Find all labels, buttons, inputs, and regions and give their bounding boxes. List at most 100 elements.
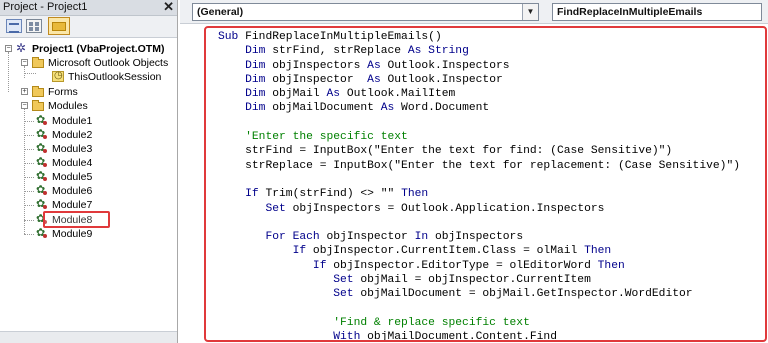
code-keyword: Then bbox=[597, 259, 625, 272]
code-line[interactable]: Sub FindReplaceInMultipleEmails() bbox=[218, 30, 740, 44]
module-label: Module7 bbox=[52, 199, 93, 211]
code-text: objInspector bbox=[265, 73, 368, 86]
tree-item-outlook-objects[interactable]: − Microsoft Outlook Objects bbox=[18, 56, 176, 70]
code-line[interactable] bbox=[218, 173, 740, 187]
code-keyword: For Each bbox=[265, 231, 320, 244]
module-label: Module2 bbox=[52, 129, 93, 141]
code-editor[interactable]: Sub FindReplaceInMultipleEmails() Dim st… bbox=[218, 30, 740, 340]
code-line[interactable]: If objInspector.CurrentItem.Class = olMa… bbox=[218, 244, 740, 258]
project-toolbar bbox=[0, 16, 177, 38]
code-line[interactable]: Dim objMail As Outlook.MailItem bbox=[218, 87, 740, 101]
code-keyword: As bbox=[326, 88, 341, 101]
code-line[interactable]: Dim strFind, strReplace As String bbox=[218, 44, 740, 58]
module-label: Module5 bbox=[52, 171, 93, 183]
code-line[interactable]: Dim objInspectors As Outlook.Inspectors bbox=[218, 59, 740, 73]
toggle-folders-icon[interactable] bbox=[48, 17, 70, 35]
code-keyword: Dim bbox=[245, 59, 266, 72]
code-line[interactable]: Dim objMailDocument As Word.Document bbox=[218, 101, 740, 115]
view-object-icon[interactable] bbox=[26, 19, 42, 33]
tree-item-project[interactable]: − Project1 (VbaProject.OTM) bbox=[2, 41, 177, 56]
tree-guide bbox=[24, 220, 34, 221]
code-line[interactable]: For Each objInspector In objInspectors bbox=[218, 230, 740, 244]
code-keyword: As bbox=[367, 73, 381, 86]
collapse-icon[interactable]: − bbox=[21, 102, 28, 109]
code-line[interactable]: 'Find & replace specific text bbox=[218, 316, 740, 330]
code-line[interactable] bbox=[218, 302, 740, 316]
outlook-objects-label: Microsoft Outlook Objects bbox=[48, 57, 169, 69]
code-line[interactable]: If objInspector.EditorType = olEditorWor… bbox=[218, 259, 740, 273]
vba-project-icon bbox=[16, 41, 28, 55]
code-line[interactable]: If Trim(strFind) <> "" Then bbox=[218, 187, 740, 201]
code-line[interactable]: strReplace = InputBox("Enter the text fo… bbox=[218, 159, 740, 173]
module-icon bbox=[36, 197, 48, 211]
tree-guide bbox=[24, 149, 34, 150]
code-text: Outlook.Inspectors bbox=[380, 59, 510, 72]
code-text: strReplace = InputBox("Enter the text fo… bbox=[218, 159, 741, 172]
code-text: Outlook.Inspector bbox=[380, 73, 503, 86]
code-keyword: In bbox=[414, 231, 429, 244]
close-icon[interactable]: ✕ bbox=[163, 0, 174, 15]
tree-item-forms[interactable]: + Forms bbox=[18, 85, 176, 99]
project-explorer-panel: Project - Project1 ✕ − Project1 (VbaProj… bbox=[0, 0, 178, 343]
code-keyword: If bbox=[245, 188, 259, 201]
view-code-icon[interactable] bbox=[6, 19, 22, 33]
module-label: Module6 bbox=[52, 185, 93, 197]
code-keyword: Set bbox=[333, 288, 354, 301]
folder-icon bbox=[32, 86, 44, 97]
code-keyword: Set bbox=[265, 202, 286, 215]
module-label: Module4 bbox=[52, 157, 93, 169]
code-keyword: Then bbox=[401, 188, 429, 201]
code-line[interactable] bbox=[218, 216, 740, 230]
code-line[interactable]: Set objMail = objInspector.CurrentItem bbox=[218, 273, 740, 287]
module-icon bbox=[36, 155, 48, 169]
tree-guide bbox=[8, 52, 9, 92]
code-text: Outlook.MailItem bbox=[340, 88, 456, 101]
tree-guide bbox=[24, 163, 34, 164]
horizontal-scrollbar[interactable] bbox=[0, 331, 177, 343]
code-text: strFind = InputBox("Enter the text for f… bbox=[218, 145, 673, 158]
code-text: objMailDocument = objMail.GetInspector.W… bbox=[353, 288, 693, 301]
selection-highlight-box bbox=[43, 211, 110, 228]
code-line[interactable] bbox=[218, 116, 740, 130]
module-icon bbox=[36, 183, 48, 197]
folder-icon bbox=[32, 100, 44, 111]
tree-guide bbox=[24, 135, 34, 136]
code-comment: 'Find & replace specific text bbox=[333, 316, 530, 329]
object-dropdown-value: (General) bbox=[197, 6, 244, 18]
folder-icon bbox=[32, 57, 44, 68]
code-line[interactable]: 'Enter the specific text bbox=[218, 130, 740, 144]
outlook-session-icon bbox=[52, 69, 64, 83]
code-line[interactable]: strFind = InputBox("Enter the text for f… bbox=[218, 144, 740, 158]
project-tree: − Project1 (VbaProject.OTM) − Microsoft … bbox=[0, 40, 176, 330]
tree-item-session[interactable]: ThisOutlookSession bbox=[36, 69, 176, 84]
chevron-down-icon[interactable]: ▼ bbox=[522, 4, 538, 20]
tree-guide bbox=[24, 177, 34, 178]
object-dropdown[interactable]: (General) ▼ bbox=[192, 3, 539, 21]
procedure-dropdown[interactable]: FindReplaceInMultipleEmails bbox=[552, 3, 762, 21]
tree-item-modules[interactable]: − Modules bbox=[18, 99, 176, 113]
code-line[interactable]: Dim objInspector As Outlook.Inspector bbox=[218, 73, 740, 87]
code-window: (General) ▼ FindReplaceInMultipleEmails … bbox=[180, 0, 768, 343]
expand-icon[interactable]: + bbox=[21, 88, 28, 95]
code-line[interactable]: With objMailDocument.Content.Find bbox=[218, 330, 740, 340]
collapse-icon[interactable]: − bbox=[5, 45, 12, 52]
collapse-icon[interactable]: − bbox=[21, 59, 28, 66]
code-window-header: (General) ▼ FindReplaceInMultipleEmails bbox=[180, 0, 768, 24]
code-line[interactable]: Set objInspectors = Outlook.Application.… bbox=[218, 202, 740, 216]
code-line[interactable]: Set objMailDocument = objMail.GetInspect… bbox=[218, 287, 740, 301]
code-text: objInspectors = Outlook.Application.Insp… bbox=[285, 202, 605, 215]
code-text: objInspector.EditorType = olEditorWord bbox=[326, 259, 598, 272]
tree-guide bbox=[24, 191, 34, 192]
code-text: objInspectors bbox=[428, 231, 524, 244]
module-icon bbox=[36, 226, 48, 240]
code-text: objInspectors bbox=[265, 59, 368, 72]
